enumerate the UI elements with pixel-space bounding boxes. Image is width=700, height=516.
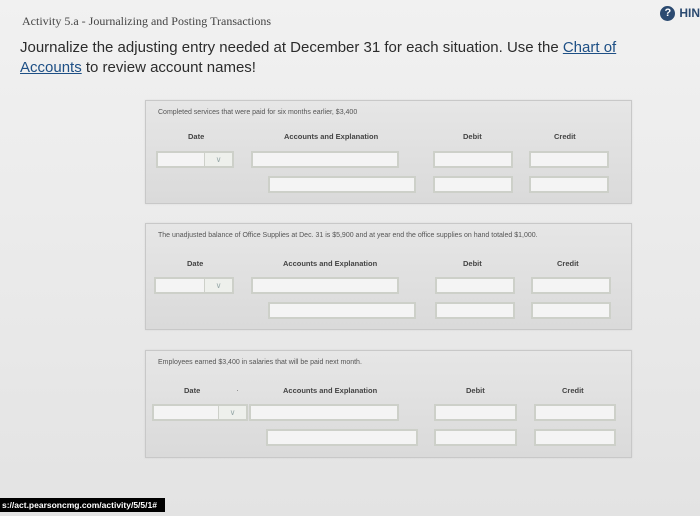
debit-column-header: Debit [463, 132, 482, 141]
account-field-row-2[interactable] [268, 176, 416, 193]
account-field-row-1[interactable] [251, 151, 399, 168]
chevron-down-icon: ∨ [204, 279, 232, 292]
credit-column-header: Credit [554, 132, 576, 141]
scenario-text: The unadjusted balance of Office Supplie… [158, 232, 538, 239]
chevron-down-icon: ∨ [204, 153, 232, 166]
instruction-text-before: Journalize the adjusting entry needed at… [20, 39, 559, 56]
help-icon: ? [660, 5, 676, 21]
instruction-text: Journalize the adjusting entry needed at… [20, 38, 620, 78]
credit-field-row-1[interactable] [529, 151, 609, 168]
debit-field-row-1[interactable] [434, 404, 517, 421]
debit-field-row-2[interactable] [433, 176, 513, 193]
separator-dot: · [236, 385, 239, 395]
instruction-text-after: to review account names! [85, 59, 256, 76]
accounts-column-header: Accounts and Explanation [283, 386, 378, 395]
journal-entry-panel-3: Employees earned $3,400 in salaries that… [145, 350, 632, 458]
debit-column-header: Debit [463, 259, 482, 268]
chevron-down-icon: ∨ [218, 406, 246, 419]
credit-column-header: Credit [562, 386, 584, 395]
credit-field-row-2[interactable] [534, 429, 616, 446]
date-select[interactable]: ∨ [152, 404, 248, 421]
credit-field-row-2[interactable] [529, 176, 609, 193]
accounts-column-header: Accounts and Explanation [284, 132, 379, 141]
date-column-header: Date [184, 386, 201, 395]
account-field-row-1[interactable] [249, 404, 399, 421]
journal-entry-panel-2: The unadjusted balance of Office Supplie… [145, 223, 632, 330]
account-field-row-2[interactable] [268, 302, 416, 319]
accounts-column-header: Accounts and Explanation [283, 259, 378, 268]
date-select[interactable]: ∨ [154, 277, 234, 294]
account-field-row-1[interactable] [251, 277, 399, 294]
debit-field-row-2[interactable] [434, 429, 517, 446]
hint-label: HIN [679, 6, 700, 20]
journal-entry-panel-1: Completed services that were paid for si… [145, 100, 632, 204]
date-column-header: Date [187, 259, 204, 268]
debit-field-row-1[interactable] [435, 277, 515, 294]
credit-field-row-1[interactable] [534, 404, 616, 421]
debit-column-header: Debit [466, 386, 485, 395]
account-field-row-2[interactable] [266, 429, 418, 446]
hint-button[interactable]: ? HIN [660, 4, 700, 22]
scenario-text: Employees earned $3,400 in salaries that… [158, 359, 362, 366]
activity-title: Activity 5.a - Journalizing and Posting … [22, 14, 271, 28]
credit-field-row-2[interactable] [531, 302, 611, 319]
debit-field-row-1[interactable] [433, 151, 513, 168]
scenario-text: Completed services that were paid for si… [158, 109, 358, 116]
credit-field-row-1[interactable] [531, 277, 611, 294]
status-bar-url: s://act.pearsoncmg.com/activity/5/5/1# [0, 498, 165, 512]
date-column-header: Date [188, 132, 205, 141]
debit-field-row-2[interactable] [435, 302, 515, 319]
date-select[interactable]: ∨ [156, 151, 234, 168]
credit-column-header: Credit [557, 259, 579, 268]
